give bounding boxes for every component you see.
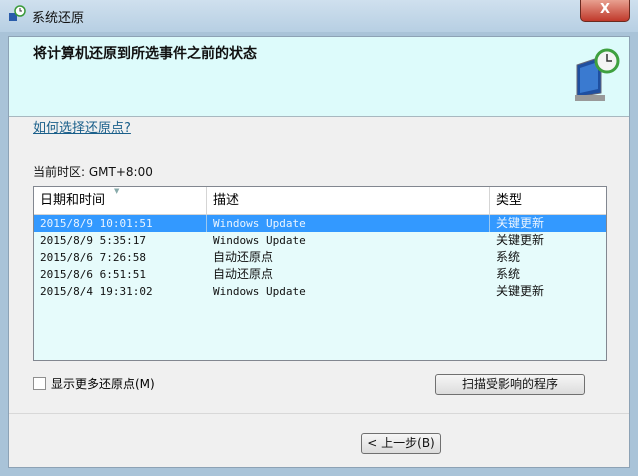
cell-description: 自动还原点 [213, 250, 274, 264]
cell-date: 2015/8/9 5:35:17 [40, 234, 146, 247]
show-more-checkbox-row[interactable]: 显示更多还原点(M) [33, 375, 155, 392]
cell-date: 2015/8/6 7:26:58 [40, 251, 146, 264]
page-title: 将计算机还原到所选事件之前的状态 [33, 46, 257, 62]
timezone-label: 当前时区: GMT+8:00 [33, 165, 153, 179]
system-restore-icon [9, 5, 26, 21]
cell-type: 关键更新 [496, 233, 545, 247]
table-row[interactable]: 2015/8/9 5:35:17 Windows Update 关键更新 [34, 232, 606, 249]
cell-date: 2015/8/6 6:51:51 [40, 268, 146, 281]
close-button[interactable]: X [580, 0, 630, 22]
column-header-date[interactable]: ▼ 日期和时间 [34, 187, 207, 214]
cell-description: Windows Update [213, 234, 306, 247]
table-row[interactable]: 2015/8/6 6:51:51 自动还原点 系统 [34, 266, 606, 283]
cell-description: Windows Update [213, 285, 306, 298]
cell-description: Windows Update [207, 215, 490, 232]
show-more-label: 显示更多还原点(M) [51, 377, 155, 391]
cell-type: 关键更新 [496, 284, 545, 298]
cell-type: 关键更新 [496, 216, 545, 230]
cell-description: 自动还原点 [213, 267, 274, 281]
header-band: 将计算机还原到所选事件之前的状态 [9, 37, 629, 117]
show-more-checkbox[interactable] [33, 377, 46, 390]
back-button[interactable]: < 上一步(B) [361, 433, 441, 454]
cell-type: 系统 [496, 267, 521, 281]
table-row[interactable]: 2015/8/6 7:26:58 自动还原点 系统 [34, 249, 606, 266]
table-row[interactable]: 2015/8/9 10:01:51 Windows Update 关键更新 [34, 215, 606, 232]
table-row[interactable]: 2015/8/4 19:31:02 Windows Update 关键更新 [34, 283, 606, 300]
help-link[interactable]: 如何选择还原点? [33, 117, 131, 136]
column-header-type[interactable]: 类型 [490, 187, 606, 214]
computer-restore-icon [575, 48, 620, 101]
restore-point-list[interactable]: ▼ 日期和时间 描述 类型 2015/8/9 10:01:51 Windows U… [33, 186, 607, 361]
dialog-body: 将计算机还原到所选事件之前的状态 如何选择还原点? 当前时区: GMT+8:00… [8, 36, 630, 468]
cell-date: 2015/8/4 19:31:02 [40, 285, 153, 298]
title-bar: 系统还原 X [0, 0, 638, 32]
column-label: 日期和时间 [40, 193, 106, 208]
cell-type: 系统 [496, 250, 521, 264]
list-header: ▼ 日期和时间 描述 类型 [34, 187, 606, 215]
cell-date: 2015/8/9 10:01:51 [34, 215, 207, 232]
column-header-description[interactable]: 描述 [207, 187, 490, 214]
window-title: 系统还原 [32, 11, 85, 26]
sort-arrow-icon: ▼ [114, 187, 120, 195]
divider [9, 413, 629, 414]
scan-affected-programs-button[interactable]: 扫描受影响的程序 [435, 374, 585, 395]
